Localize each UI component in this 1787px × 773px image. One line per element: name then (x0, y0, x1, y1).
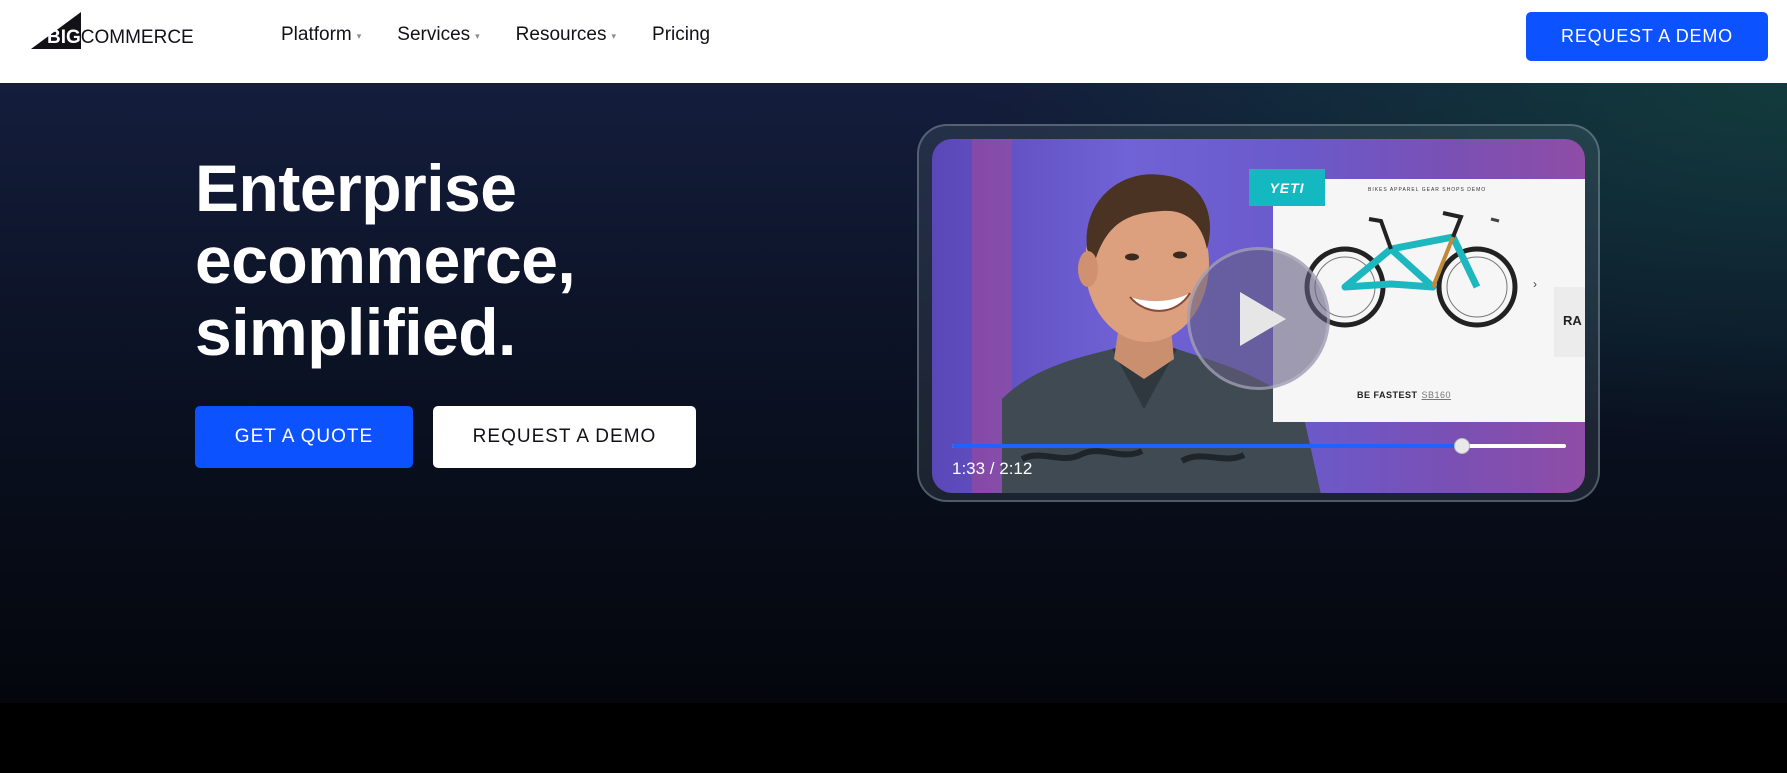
nav-item-label: Pricing (652, 24, 711, 45)
video-progress-bar[interactable] (952, 438, 1566, 454)
bigcommerce-logo[interactable]: BIGCOMMERCE (31, 12, 201, 52)
product-caption: BE FASTEST SB160 (1357, 390, 1452, 400)
headline-line: Enterprise (195, 151, 517, 225)
play-button[interactable] (1187, 247, 1330, 390)
play-icon (1239, 291, 1286, 346)
nav-item-platform[interactable]: Platform ▾ (281, 24, 361, 46)
hero-headline: Enterprise ecommerce, simplified. (195, 152, 715, 368)
headline-line: ecommerce, (195, 223, 576, 297)
nav-item-services[interactable]: Services ▾ (397, 24, 479, 46)
nav-item-label: Resources (515, 24, 607, 45)
chevron-right-icon: › (1533, 277, 1537, 291)
nav-item-label: Platform (281, 24, 352, 45)
main-menu: Platform ▾ Services ▾ Resources ▾ Pricin… (281, 24, 746, 46)
yeti-badge: YETI (1249, 169, 1325, 206)
video-progress-fill (952, 444, 1462, 448)
bottom-band (0, 703, 1787, 773)
logo-wordmark: BIGCOMMERCE (47, 27, 194, 48)
chevron-down-icon: ▾ (611, 31, 617, 41)
nav-item-resources[interactable]: Resources ▾ (516, 24, 616, 46)
chevron-down-icon: ▾ (356, 31, 362, 41)
chevron-down-icon: ▾ (475, 31, 480, 41)
headline-line: simplified. (195, 295, 516, 369)
product-price: SB160 (1421, 390, 1452, 400)
nav-item-label: Services (397, 24, 471, 45)
top-nav: BIGCOMMERCE Platform ▾ Services ▾ Resour… (0, 0, 1787, 83)
video-time: 1:33 / 2:12 (952, 459, 1033, 478)
request-demo-nav-button[interactable]: REQUEST A DEMO (1526, 12, 1768, 61)
side-tile: RA (1554, 287, 1585, 357)
video-progress-knob[interactable] (1453, 438, 1470, 454)
nav-item-pricing[interactable]: Pricing (652, 24, 710, 46)
video-player[interactable]: BIKES APPAREL GEAR SHOPS DEMO BE FASTEST… (932, 139, 1585, 493)
get-a-quote-button[interactable]: GET A QUOTE (195, 406, 413, 468)
request-demo-hero-button[interactable]: REQUEST A DEMO (433, 406, 696, 468)
